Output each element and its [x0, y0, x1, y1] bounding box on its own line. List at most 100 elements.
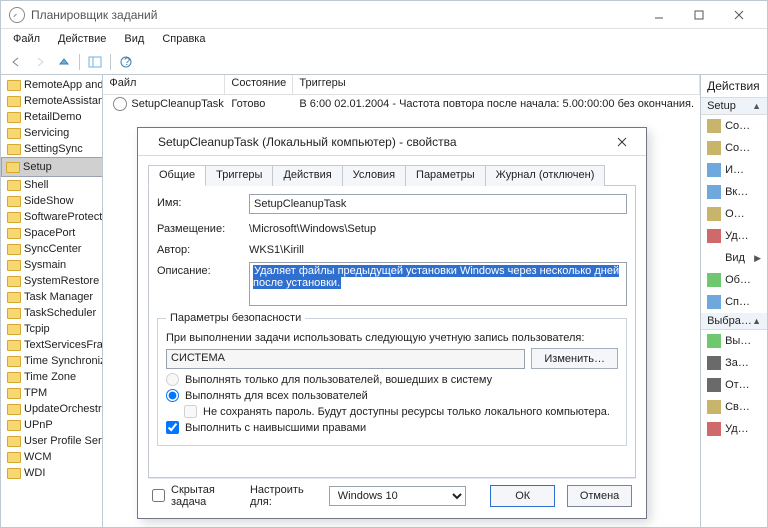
- tab[interactable]: Условия: [342, 165, 406, 186]
- tree-item[interactable]: SideShow: [1, 193, 102, 209]
- tab[interactable]: Триггеры: [205, 165, 273, 186]
- tb-back[interactable]: [5, 52, 27, 72]
- tree-item[interactable]: SystemRestore: [1, 273, 102, 289]
- tree-item[interactable]: TaskScheduler: [1, 305, 102, 321]
- tree-item[interactable]: Time Zone: [1, 369, 102, 385]
- action-icon: [707, 295, 721, 309]
- security-options-group: Параметры безопасности При выполнении за…: [157, 312, 627, 446]
- folder-icon: [7, 436, 21, 447]
- actions-view[interactable]: Вид▶: [701, 247, 767, 269]
- tree-item[interactable]: Task Manager: [1, 289, 102, 305]
- action-icon: [707, 163, 721, 177]
- action-item[interactable]: Уд…: [701, 225, 767, 247]
- folder-icon: [7, 144, 21, 155]
- tree-item[interactable]: User Profile Serv: [1, 433, 102, 449]
- tree-item[interactable]: WDI: [1, 465, 102, 481]
- chevron-up-icon: ▲: [752, 316, 761, 326]
- chevron-up-icon: ▲: [752, 101, 761, 111]
- action-item[interactable]: От…: [701, 374, 767, 396]
- action-item[interactable]: Об…: [701, 269, 767, 291]
- tree-item[interactable]: TextServicesFram: [1, 337, 102, 353]
- menu-help[interactable]: Справка: [154, 31, 213, 47]
- check-no-store-password[interactable]: Не сохранять пароль. Будут доступны ресу…: [184, 405, 618, 418]
- task-description-input[interactable]: Удаляет файлы предыдущей установки Windo…: [249, 262, 627, 306]
- tree-item[interactable]: RetailDemo: [1, 109, 102, 125]
- tree-item[interactable]: SyncCenter: [1, 241, 102, 257]
- action-item[interactable]: Вк…: [701, 181, 767, 203]
- label-location: Размещение:: [157, 220, 249, 235]
- action-icon: [707, 273, 721, 287]
- dialog-title: SetupCleanupTask (Локальный компьютер) -…: [158, 135, 604, 149]
- dialog-close-button[interactable]: [604, 131, 640, 153]
- actions-pane: Действия Setup▲ Со…Со…И…Вк…О…Уд… Вид▶ Об…: [701, 75, 767, 527]
- tree-item[interactable]: RemoteAssistanc: [1, 93, 102, 109]
- tree-item[interactable]: TPM: [1, 385, 102, 401]
- toolbar: ?: [1, 49, 767, 75]
- ok-button[interactable]: ОК: [490, 485, 555, 507]
- cancel-button[interactable]: Отмена: [567, 485, 632, 507]
- tb-forward[interactable]: [29, 52, 51, 72]
- col-file[interactable]: Файл: [103, 75, 225, 94]
- radio-all-users[interactable]: Выполнять для всех пользователей: [166, 389, 618, 402]
- tab[interactable]: Действия: [272, 165, 342, 186]
- action-item[interactable]: Со…: [701, 115, 767, 137]
- actions-title: Действия: [701, 75, 767, 98]
- action-item[interactable]: Св…: [701, 396, 767, 418]
- tb-up[interactable]: [53, 52, 75, 72]
- check-highest-privileges[interactable]: Выполнить с наивысшими правами: [166, 421, 618, 434]
- tree-item[interactable]: Shell: [1, 177, 102, 193]
- folder-icon: [7, 244, 21, 255]
- task-name-input[interactable]: [249, 194, 627, 214]
- radio-only-logged-on[interactable]: Выполнять только для пользователей, воше…: [166, 373, 618, 386]
- action-item[interactable]: Уд…: [701, 418, 767, 440]
- folder-icon: [7, 276, 21, 287]
- run-as-account: СИСТЕМА: [166, 349, 525, 369]
- tree-item[interactable]: Tcpip: [1, 321, 102, 337]
- tab[interactable]: Журнал (отключен): [485, 165, 606, 186]
- tree-item[interactable]: Servicing: [1, 125, 102, 141]
- action-item[interactable]: Со…: [701, 137, 767, 159]
- col-state[interactable]: Состояние: [225, 75, 293, 94]
- configure-for-select[interactable]: Windows 10: [329, 486, 466, 506]
- col-triggers[interactable]: Триггеры: [293, 75, 700, 94]
- tree-item[interactable]: UPnP: [1, 417, 102, 433]
- tree-item[interactable]: Sysmain: [1, 257, 102, 273]
- folder-icon: [7, 96, 21, 107]
- tree-item[interactable]: SettingSync: [1, 141, 102, 157]
- tab[interactable]: Общие: [148, 165, 206, 186]
- action-item[interactable]: Сп…: [701, 291, 767, 313]
- actions-group-selected[interactable]: Выбра…▲: [701, 313, 767, 330]
- actions-group-setup[interactable]: Setup▲: [701, 98, 767, 115]
- tree-item[interactable]: Time Synchroniza: [1, 353, 102, 369]
- check-hidden-task[interactable]: Скрытая задача: [152, 484, 238, 508]
- titlebar: Планировщик заданий: [1, 1, 767, 29]
- change-user-button[interactable]: Изменить…: [531, 348, 618, 369]
- action-icon: [707, 334, 721, 348]
- action-item[interactable]: И…: [701, 159, 767, 181]
- action-icon: [707, 400, 721, 414]
- tb-pane[interactable]: [84, 52, 106, 72]
- library-tree[interactable]: RemoteApp andRemoteAssistancRetailDemoSe…: [1, 75, 103, 527]
- tree-item[interactable]: WCM: [1, 449, 102, 465]
- close-button[interactable]: [719, 3, 759, 27]
- action-item[interactable]: О…: [701, 203, 767, 225]
- maximize-button[interactable]: [679, 3, 719, 27]
- action-icon: [707, 378, 721, 392]
- tree-item[interactable]: Setup: [1, 157, 103, 177]
- minimize-button[interactable]: [639, 3, 679, 27]
- menu-action[interactable]: Действие: [50, 31, 114, 47]
- folder-icon: [7, 180, 21, 191]
- folder-icon: [7, 212, 21, 223]
- menu-file[interactable]: Файл: [5, 31, 48, 47]
- tree-item[interactable]: SoftwareProtecti: [1, 209, 102, 225]
- action-item[interactable]: За…: [701, 352, 767, 374]
- tree-item[interactable]: SpacePort: [1, 225, 102, 241]
- tree-item[interactable]: RemoteApp and: [1, 77, 102, 93]
- tab[interactable]: Параметры: [405, 165, 486, 186]
- tree-item[interactable]: UpdateOrchestra: [1, 401, 102, 417]
- menu-view[interactable]: Вид: [116, 31, 152, 47]
- dialog-tabs: ОбщиеТриггерыДействияУсловияПараметрыЖур…: [148, 164, 636, 186]
- tb-help[interactable]: ?: [115, 52, 137, 72]
- action-item[interactable]: Вы…: [701, 330, 767, 352]
- task-row[interactable]: SetupCleanupTask Готово В 6:00 02.01.200…: [103, 95, 700, 113]
